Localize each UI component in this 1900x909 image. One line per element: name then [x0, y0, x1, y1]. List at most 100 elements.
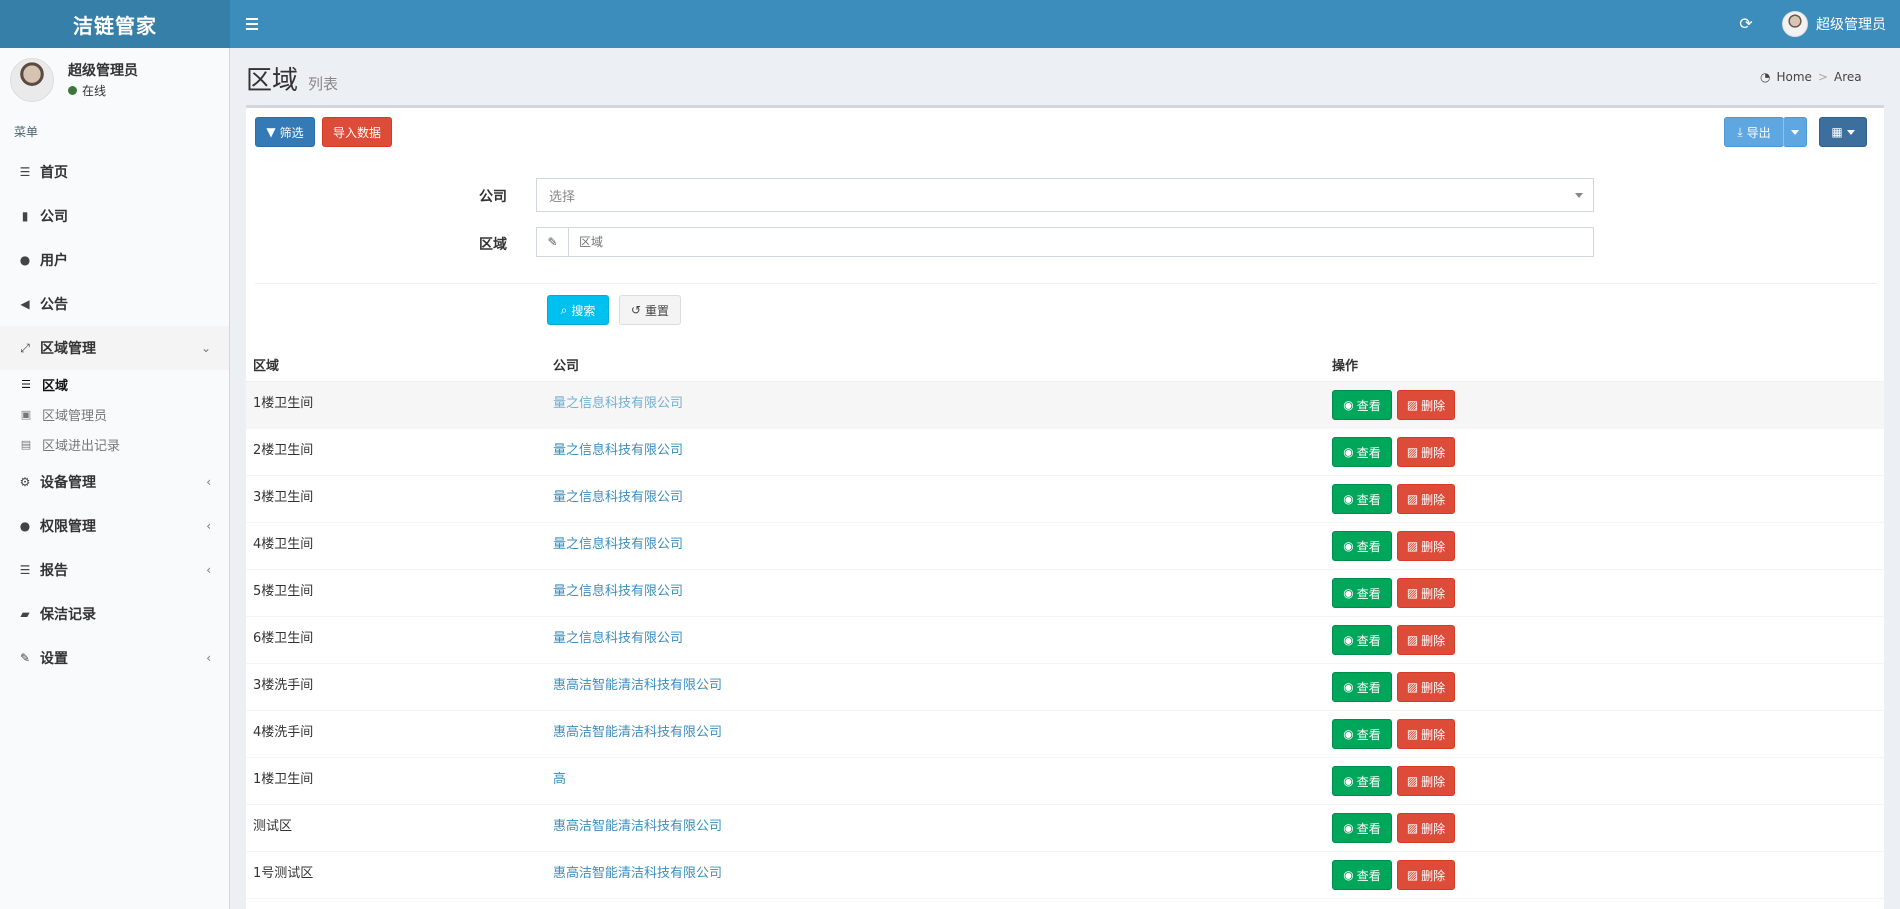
- view-button[interactable]: ◉ 查看: [1332, 578, 1392, 608]
- sidebar-toggle-icon[interactable]: [240, 12, 264, 36]
- view-button[interactable]: ◉ 查看: [1332, 625, 1392, 655]
- export-dropdown-button[interactable]: [1783, 117, 1807, 147]
- search-button[interactable]: ⌕ 搜索: [547, 295, 609, 325]
- cell-actions: ◉ 查看 ▨ 删除: [1332, 672, 1884, 702]
- delete-button[interactable]: ▨ 删除: [1397, 766, 1455, 796]
- delete-button[interactable]: ▨ 删除: [1397, 390, 1455, 420]
- delete-button[interactable]: ▨ 删除: [1397, 860, 1455, 890]
- cell-company-link[interactable]: 量之信息科技有限公司: [553, 523, 1332, 552]
- undo-icon: ↺: [630, 303, 642, 317]
- view-button[interactable]: ◉ 查看: [1332, 437, 1392, 467]
- delete-button[interactable]: ▨ 删除: [1397, 813, 1455, 843]
- trash-icon: ▨: [1406, 445, 1419, 459]
- trash-icon: ▨: [1406, 539, 1419, 553]
- trash-icon: ▨: [1406, 868, 1419, 882]
- sidebar-item-user[interactable]: ● 用户: [0, 238, 229, 282]
- import-data-button[interactable]: 导入数据: [322, 117, 392, 147]
- eye-icon: ◉: [1343, 774, 1354, 788]
- cell-area: 6楼卫生间: [253, 631, 314, 646]
- column-header-area[interactable]: 区域: [246, 355, 553, 374]
- delete-button[interactable]: ▨ 删除: [1397, 437, 1455, 467]
- list-icon: ☰: [19, 165, 31, 179]
- cell-company-link[interactable]: 量之信息科技有限公司: [553, 570, 1332, 599]
- refresh-icon[interactable]: ⟳: [1736, 12, 1756, 36]
- column-header-actions: 操作: [1332, 358, 1359, 374]
- cell-company-link[interactable]: 量之信息科技有限公司: [553, 617, 1332, 646]
- user-status-label: 在线: [82, 84, 107, 98]
- cell-area: 2楼卫生间: [253, 443, 314, 458]
- eye-icon: ◉: [1343, 680, 1354, 694]
- cell-company-link[interactable]: 高: [553, 758, 1332, 787]
- pencil-icon: ✎: [537, 228, 569, 256]
- filter-button[interactable]: ▼ 筛选: [255, 117, 315, 147]
- delete-button[interactable]: ▨ 删除: [1397, 531, 1455, 561]
- area-input[interactable]: [569, 228, 1593, 256]
- cell-company-link[interactable]: 量之信息科技有限公司: [553, 476, 1332, 505]
- delete-button[interactable]: ▨ 删除: [1397, 484, 1455, 514]
- cell-company-link[interactable]: 惠高洁智能清洁科技有限公司: [553, 664, 1332, 693]
- users-icon: ●: [19, 519, 31, 533]
- app-logo[interactable]: 洁链管家: [0, 0, 230, 48]
- cell-company-link[interactable]: 惠高洁智能清洁科技有限公司: [553, 852, 1332, 881]
- sidebar-item-home[interactable]: ☰ 首页: [0, 150, 229, 194]
- sidebar-item-device-management[interactable]: ⚙ 设备管理 ‹: [0, 460, 229, 504]
- area-label: 区域: [479, 237, 507, 253]
- sidebar-item-company[interactable]: ▮ 公司: [0, 194, 229, 238]
- delete-button[interactable]: ▨ 删除: [1397, 625, 1455, 655]
- table-row: 4楼卫生间 量之信息科技有限公司 ◉ 查看 ▨ 删除: [246, 523, 1884, 570]
- cell-area: 4楼洗手间: [253, 725, 314, 740]
- chevron-down-icon: ⌄: [200, 341, 211, 355]
- table-row: 测试区 惠高洁智能清洁科技有限公司 ◉ 查看 ▨ 删除: [246, 805, 1884, 852]
- sidebar-subitem-label: 区域进出记录: [42, 438, 121, 454]
- cell-actions: ◉ 查看 ▨ 删除: [1332, 437, 1884, 467]
- view-button[interactable]: ◉ 查看: [1332, 719, 1392, 749]
- view-button[interactable]: ◉ 查看: [1332, 860, 1392, 890]
- sidebar-subitem-area-access-log[interactable]: ▤ 区域进出记录: [0, 429, 229, 459]
- cell-company-link[interactable]: 量之信息科技有限公司: [553, 429, 1332, 458]
- sidebar-item-settings[interactable]: ✎ 设置 ‹: [0, 636, 229, 680]
- sidebar-item-area-management[interactable]: ⤢ 区域管理 ⌄: [0, 326, 229, 370]
- cell-actions: ◉ 查看 ▨ 删除: [1332, 484, 1884, 514]
- sidebar-subitem-area[interactable]: ☰ 区域: [0, 369, 229, 399]
- columns-toggle-button[interactable]: ▦: [1819, 117, 1867, 147]
- cell-company-link[interactable]: 惠高洁智能清洁科技有限公司: [553, 711, 1332, 740]
- sidebar-item-label: 区域管理: [40, 341, 96, 357]
- sidebar-item-permission-management[interactable]: ● 权限管理 ‹: [0, 504, 229, 548]
- sidebar-item-notice[interactable]: ◀ 公告: [0, 282, 229, 326]
- filter-icon: ▼: [266, 125, 276, 139]
- view-button[interactable]: ◉ 查看: [1332, 766, 1392, 796]
- breadcrumb-home[interactable]: Home: [1776, 70, 1811, 84]
- cell-area: 1楼卫生间: [253, 772, 314, 787]
- top-navbar: 洁链管家 ⟳ 超级管理员: [0, 0, 1900, 48]
- eye-icon: ◉: [1343, 445, 1354, 459]
- cell-area: 5楼卫生间: [253, 584, 314, 599]
- delete-button[interactable]: ▨ 删除: [1397, 719, 1455, 749]
- cell-company-link[interactable]: 惠高洁智能清洁科技有限公司: [553, 805, 1332, 834]
- table-body: 1楼卫生间 量之信息科技有限公司 ◉ 查看 ▨ 删除 2楼卫生间 量之信息科技有限公…: [246, 382, 1884, 899]
- reset-button[interactable]: ↺ 重置: [619, 295, 681, 325]
- sidebar-subitem-area-admin[interactable]: ▣ 区域管理员: [0, 399, 229, 429]
- company-select[interactable]: 选择: [536, 178, 1594, 212]
- cell-actions: ◉ 查看 ▨ 删除: [1332, 860, 1884, 890]
- view-button[interactable]: ◉ 查看: [1332, 484, 1392, 514]
- bars-icon: ☰: [21, 377, 31, 391]
- trash-icon: ▨: [1406, 821, 1419, 835]
- view-button[interactable]: ◉ 查看: [1332, 531, 1392, 561]
- view-button[interactable]: ◉ 查看: [1332, 672, 1392, 702]
- user-panel: 超级管理员 在线: [10, 58, 220, 118]
- user-menu[interactable]: 超级管理员: [1782, 10, 1886, 38]
- chevron-left-icon: ‹: [206, 563, 211, 577]
- eye-icon: ◉: [1343, 727, 1354, 741]
- sidebar-item-report[interactable]: ☰ 报告 ‹: [0, 548, 229, 592]
- cell-company-link[interactable]: 量之信息科技有限公司: [553, 382, 1332, 411]
- area-input-group: ✎: [536, 227, 1594, 257]
- column-header-company[interactable]: 公司: [553, 355, 1332, 374]
- view-button[interactable]: ◉ 查看: [1332, 813, 1392, 843]
- cell-actions: ◉ 查看 ▨ 删除: [1332, 531, 1884, 561]
- delete-button[interactable]: ▨ 删除: [1397, 578, 1455, 608]
- table-row: 3楼卫生间 量之信息科技有限公司 ◉ 查看 ▨ 删除: [246, 476, 1884, 523]
- delete-button[interactable]: ▨ 删除: [1397, 672, 1455, 702]
- export-button[interactable]: ⤓ 导出: [1724, 117, 1784, 147]
- view-button[interactable]: ◉ 查看: [1332, 390, 1392, 420]
- sidebar-item-cleaning-record[interactable]: ▰ 保洁记录: [0, 592, 229, 636]
